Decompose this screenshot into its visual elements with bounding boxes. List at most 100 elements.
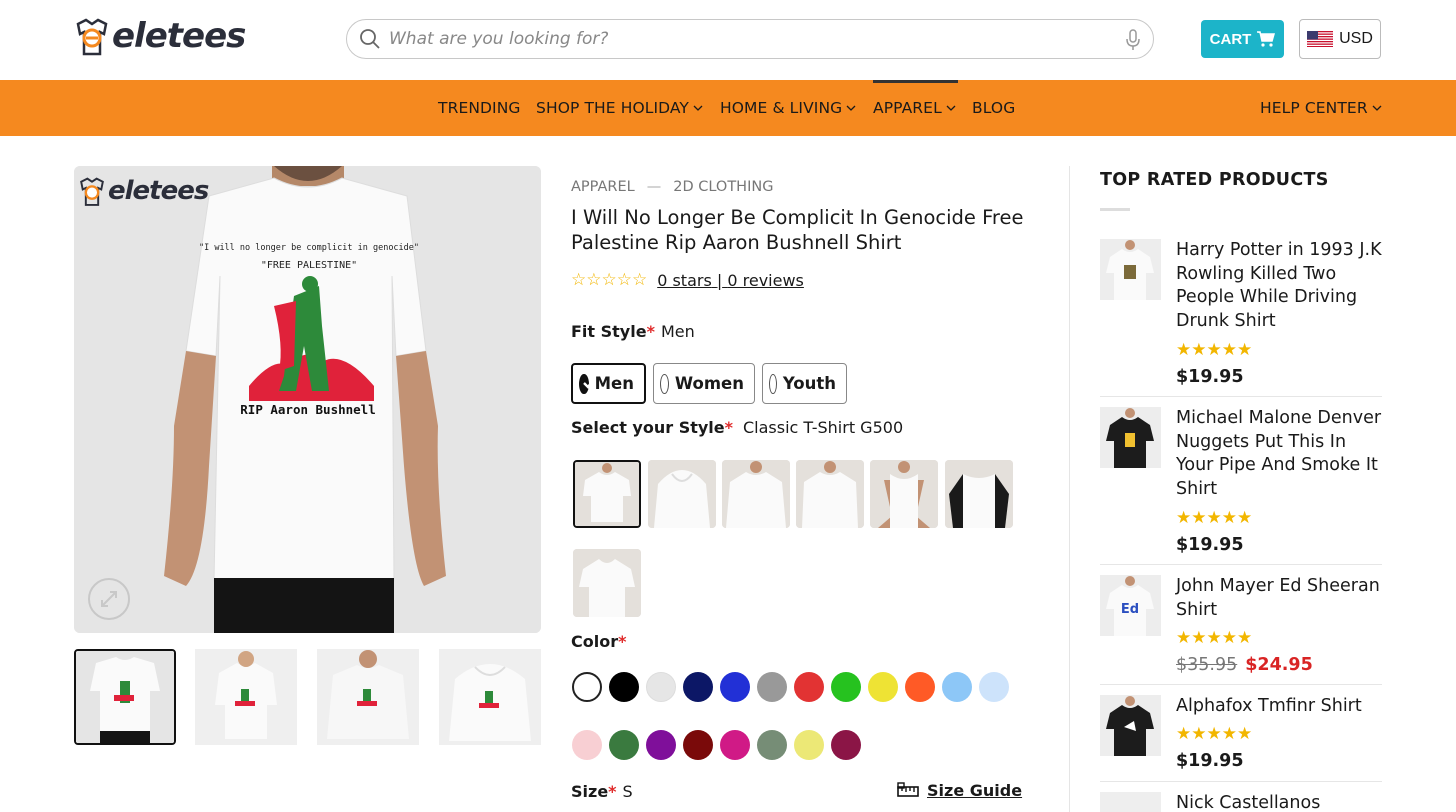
nav-trending[interactable]: TRENDING bbox=[438, 80, 521, 136]
image-watermark-logo: eletees bbox=[78, 174, 209, 208]
sidebar-product-3[interactable]: Ed John Mayer Ed Sheeran Shirt ★★★★★ $35… bbox=[1100, 575, 1382, 675]
logo-text: eletees bbox=[112, 16, 246, 56]
thumbnail-1[interactable] bbox=[74, 649, 176, 745]
sidebar-product-price: $19.95 bbox=[1176, 367, 1244, 387]
search-icon[interactable] bbox=[359, 28, 381, 50]
color-swatch[interactable] bbox=[720, 730, 750, 760]
chevron-down-icon bbox=[1372, 105, 1382, 111]
nav-blog[interactable]: BLOG bbox=[972, 80, 1015, 136]
microphone-icon[interactable] bbox=[1125, 29, 1141, 51]
logo-tshirt-icon bbox=[74, 14, 110, 58]
style-swatch-classic-tshirt[interactable] bbox=[573, 460, 641, 528]
color-swatch[interactable] bbox=[572, 672, 602, 702]
required-mark: * bbox=[646, 322, 655, 341]
size-guide-link[interactable]: Size Guide bbox=[897, 781, 1022, 800]
color-swatch[interactable] bbox=[609, 672, 639, 702]
nav-shop-the-holiday[interactable]: SHOP THE HOLIDAY bbox=[536, 80, 703, 136]
nav-home-living[interactable]: HOME & LIVING bbox=[720, 80, 856, 136]
color-swatch[interactable] bbox=[979, 672, 1009, 702]
sidebar-product-image[interactable]: Ed bbox=[1100, 575, 1161, 636]
color-swatch[interactable] bbox=[831, 730, 861, 760]
color-swatch[interactable] bbox=[905, 672, 935, 702]
shirt-text-free-palestine: "FREE PALESTINE" bbox=[261, 260, 357, 271]
sidebar-product-image[interactable] bbox=[1100, 407, 1161, 468]
color-swatch[interactable] bbox=[831, 672, 861, 702]
thumbnail-3[interactable] bbox=[317, 649, 419, 745]
color-swatch[interactable] bbox=[757, 672, 787, 702]
color-label-text: Color bbox=[571, 632, 619, 651]
color-swatch[interactable] bbox=[683, 672, 713, 702]
expand-icon[interactable] bbox=[88, 578, 130, 620]
sidebar-product-name[interactable]: Harry Potter in 1993 J.K Rowling Killed … bbox=[1176, 239, 1382, 333]
required-mark: * bbox=[608, 782, 617, 801]
thumbnail-2[interactable] bbox=[195, 649, 297, 745]
color-swatch[interactable] bbox=[757, 730, 787, 760]
main-nav: TRENDING SHOP THE HOLIDAY HOME & LIVING … bbox=[0, 80, 1456, 136]
color-swatch[interactable] bbox=[868, 672, 898, 702]
color-swatch[interactable] bbox=[794, 730, 824, 760]
sidebar-product-1[interactable]: Harry Potter in 1993 J.K Rowling Killed … bbox=[1100, 239, 1382, 389]
sidebar-product-name[interactable]: Nick Castellanos bbox=[1176, 792, 1382, 812]
sidebar-product-2[interactable]: Michael Malone Denver Nuggets Put This I… bbox=[1100, 407, 1382, 557]
sidebar-product-name[interactable]: Alphafox Tmfinr Shirt bbox=[1176, 695, 1382, 719]
sidebar-product-name[interactable]: John Mayer Ed Sheeran Shirt bbox=[1176, 575, 1382, 622]
size-guide-label: Size Guide bbox=[927, 781, 1023, 800]
color-swatch[interactable] bbox=[572, 730, 602, 760]
color-swatch[interactable] bbox=[646, 730, 676, 760]
breadcrumb-apparel[interactable]: APPAREL bbox=[571, 179, 635, 195]
sidebar-product-4[interactable]: Alphafox Tmfinr Shirt ★★★★★ $19.95 bbox=[1100, 695, 1382, 775]
main-product-image[interactable]: "I will no longer be complicit in genoci… bbox=[74, 166, 541, 633]
color-swatch[interactable] bbox=[609, 730, 639, 760]
chevron-down-icon bbox=[946, 105, 956, 111]
color-label: Color* bbox=[571, 632, 626, 651]
color-swatch[interactable] bbox=[942, 672, 972, 702]
us-flag-icon bbox=[1307, 31, 1334, 47]
style-label-text: Select your Style bbox=[571, 418, 725, 437]
currency-selector[interactable]: USD bbox=[1299, 19, 1381, 59]
reviews-link[interactable]: 0 stars | 0 reviews bbox=[657, 271, 804, 290]
style-swatch-hoodie[interactable] bbox=[648, 460, 716, 528]
breadcrumb-2d-clothing[interactable]: 2D CLOTHING bbox=[673, 179, 773, 195]
nav-active-indicator bbox=[873, 80, 958, 83]
rating-stars-text: 0 stars bbox=[657, 270, 712, 290]
color-swatch[interactable] bbox=[794, 672, 824, 702]
style-swatch-long-sleeve[interactable] bbox=[796, 460, 864, 528]
search-input[interactable] bbox=[389, 29, 1089, 49]
ruler-icon bbox=[897, 781, 919, 797]
size-label: Size* S bbox=[571, 782, 633, 801]
sidebar-product-5[interactable]: Nick Castellanos bbox=[1100, 792, 1382, 812]
sidebar-title-underline bbox=[1100, 208, 1130, 211]
fit-option-women-label: Women bbox=[674, 374, 744, 393]
color-swatch[interactable] bbox=[720, 672, 750, 702]
style-swatch-sweatshirt[interactable] bbox=[722, 460, 790, 528]
thumbnail-4[interactable] bbox=[439, 649, 541, 745]
cart-icon bbox=[1257, 31, 1276, 47]
radio-icon bbox=[769, 373, 777, 394]
nav-help-center[interactable]: HELP CENTER bbox=[1260, 80, 1382, 136]
chevron-down-icon bbox=[693, 105, 703, 111]
nav-shop-the-holiday-label: SHOP THE HOLIDAY bbox=[536, 99, 690, 117]
style-swatch-tank-top[interactable] bbox=[870, 460, 938, 528]
fit-style-value: Men bbox=[660, 322, 695, 341]
sidebar-product-image[interactable] bbox=[1100, 792, 1161, 812]
image-watermark-text: eletees bbox=[108, 176, 209, 206]
style-label: Select your Style* Classic T-Shirt G500 bbox=[571, 418, 903, 437]
nav-apparel[interactable]: APPAREL bbox=[873, 80, 956, 136]
fit-option-women[interactable]: Women bbox=[653, 363, 755, 404]
fit-option-youth[interactable]: Youth bbox=[762, 363, 847, 404]
required-mark: * bbox=[724, 418, 733, 437]
color-swatch[interactable] bbox=[646, 672, 676, 702]
sidebar-product-image[interactable] bbox=[1100, 239, 1161, 300]
sidebar-separator bbox=[1100, 684, 1382, 685]
sidebar-product-price-group: $35.95 $24.95 bbox=[1176, 655, 1313, 675]
product-title: I Will No Longer Be Complicit In Genocid… bbox=[571, 206, 1024, 254]
color-swatch[interactable] bbox=[683, 730, 713, 760]
style-swatch-raglan[interactable] bbox=[945, 460, 1013, 528]
cart-button[interactable]: CART bbox=[1201, 20, 1284, 58]
fit-option-men[interactable]: Men bbox=[571, 363, 646, 404]
style-swatch-v-neck[interactable] bbox=[573, 549, 641, 617]
nav-help-center-label: HELP CENTER bbox=[1260, 99, 1368, 117]
sidebar-product-image[interactable] bbox=[1100, 695, 1161, 756]
site-logo[interactable]: eletees bbox=[74, 14, 246, 58]
sidebar-product-name[interactable]: Michael Malone Denver Nuggets Put This I… bbox=[1176, 407, 1382, 501]
